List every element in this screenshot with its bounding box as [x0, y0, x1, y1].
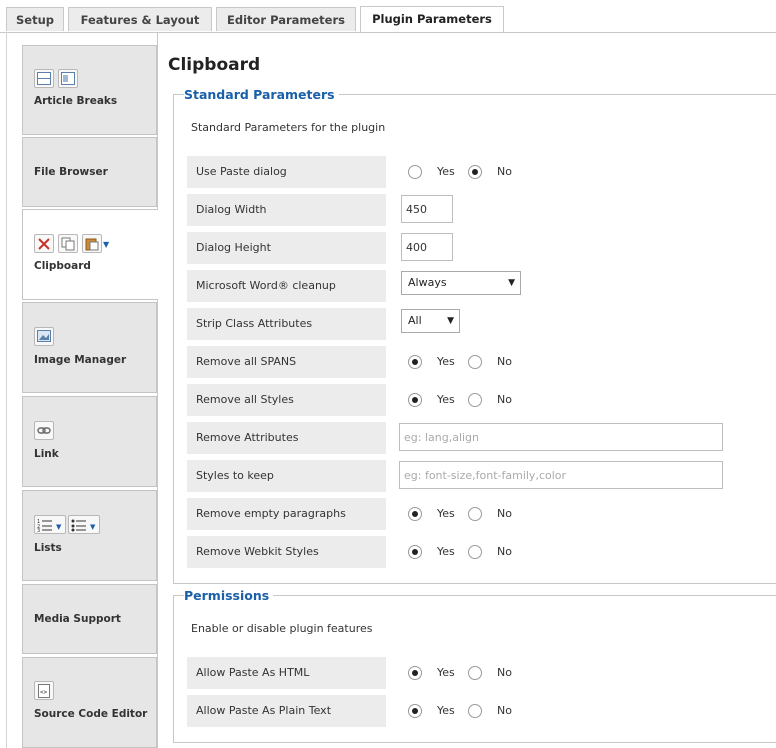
read-more-icon	[58, 69, 78, 88]
sidebar-item-source-code-editor[interactable]: <> Source Code Editor	[22, 657, 157, 748]
top-tab-bar: Setup Features & Layout Editor Parameter…	[0, 0, 776, 33]
remove-styles-label: Remove all Styles	[187, 384, 386, 416]
allow-paste-html-yes-radio[interactable]	[408, 666, 422, 680]
source-code-icon: <>	[34, 681, 54, 700]
remove-webkit-styles-no-radio[interactable]	[468, 545, 482, 559]
use-paste-dialog-yes-radio[interactable]	[408, 165, 422, 179]
allow-paste-plain-text-label: Allow Paste As Plain Text	[187, 695, 386, 727]
use-paste-dialog-label: Use Paste dialog	[187, 156, 386, 188]
sidebar-divider	[157, 32, 158, 748]
numbered-list-icon: 1 2 3 ▼	[34, 515, 66, 534]
no-label: No	[497, 666, 512, 679]
remove-empty-paragraphs-no-radio[interactable]	[468, 507, 482, 521]
sidebar-item-image-manager[interactable]: Image Manager	[22, 302, 157, 393]
sidebar-border	[6, 32, 7, 748]
strip-class-attributes-label: Strip Class Attributes	[187, 308, 386, 340]
standard-parameters-description: Standard Parameters for the plugin	[191, 121, 386, 134]
dialog-width-input[interactable]	[401, 195, 453, 223]
link-icon	[34, 421, 54, 440]
tab-features-layout[interactable]: Features & Layout	[68, 7, 212, 31]
svg-text:▼: ▼	[90, 523, 96, 531]
svg-text:<>: <>	[40, 689, 48, 696]
standard-parameters-legend: Standard Parameters	[184, 87, 339, 102]
remove-spans-yes-radio[interactable]	[408, 355, 422, 369]
sidebar-item-label: Media Support	[34, 613, 121, 625]
strip-class-attributes-select[interactable]: All ▼	[401, 309, 460, 333]
cut-icon	[34, 234, 54, 253]
use-paste-dialog-no-radio[interactable]	[468, 165, 482, 179]
sidebar-item-article-breaks[interactable]: Article Breaks	[22, 45, 157, 135]
sidebar-item-link[interactable]: Link	[22, 396, 157, 487]
yes-label: Yes	[437, 704, 455, 717]
tab-plugin-parameters[interactable]: Plugin Parameters	[360, 6, 504, 32]
sidebar-item-label: Clipboard	[34, 260, 91, 272]
permissions-description: Enable or disable plugin features	[191, 622, 373, 635]
chevron-down-icon: ▼	[508, 278, 515, 288]
sidebar-item-file-browser[interactable]: File Browser	[22, 137, 157, 207]
image-icon	[34, 327, 54, 346]
copy-icon	[58, 234, 78, 253]
remove-spans-label: Remove all SPANS	[187, 346, 386, 378]
yes-label: Yes	[437, 545, 455, 558]
no-label: No	[497, 355, 512, 368]
no-label: No	[497, 545, 512, 558]
remove-attributes-label: Remove Attributes	[187, 422, 386, 454]
page-title: Clipboard	[168, 55, 261, 75]
yes-label: Yes	[437, 666, 455, 679]
sidebar-item-clipboard[interactable]: ▼ Clipboard	[22, 209, 158, 300]
word-cleanup-select[interactable]: Always ▼	[401, 271, 521, 295]
sidebar-item-lists[interactable]: 1 2 3 ▼ ▼ Lists	[22, 490, 157, 581]
allow-paste-html-label: Allow Paste As HTML	[187, 657, 386, 689]
dialog-height-label: Dialog Height	[187, 232, 386, 264]
tab-setup[interactable]: Setup	[6, 7, 64, 31]
sidebar-item-label: Article Breaks	[34, 95, 118, 107]
sidebar-item-label: Lists	[34, 542, 62, 554]
sidebar-item-media-support[interactable]: Media Support	[22, 584, 157, 654]
word-cleanup-value: Always	[408, 276, 447, 289]
no-label: No	[497, 507, 512, 520]
styles-to-keep-label: Styles to keep	[187, 460, 386, 492]
chevron-down-icon: ▼	[447, 316, 454, 326]
remove-webkit-styles-label: Remove Webkit Styles	[187, 536, 386, 568]
styles-to-keep-input[interactable]	[399, 461, 723, 489]
dialog-width-label: Dialog Width	[187, 194, 386, 226]
svg-text:▼: ▼	[56, 523, 62, 531]
sidebar-item-label: Source Code Editor	[34, 708, 148, 720]
no-label: No	[497, 393, 512, 406]
no-label: No	[497, 704, 512, 717]
remove-spans-no-radio[interactable]	[468, 355, 482, 369]
remove-styles-no-radio[interactable]	[468, 393, 482, 407]
remove-webkit-styles-yes-radio[interactable]	[408, 545, 422, 559]
tab-editor-parameters[interactable]: Editor Parameters	[216, 7, 356, 31]
allow-paste-html-no-radio[interactable]	[468, 666, 482, 680]
permissions-legend: Permissions	[184, 588, 274, 603]
remove-styles-yes-radio[interactable]	[408, 393, 422, 407]
yes-label: Yes	[437, 165, 455, 178]
bullet-list-icon: ▼	[68, 515, 100, 534]
sidebar-item-label: Link	[34, 448, 59, 460]
paste-icon	[82, 234, 102, 253]
yes-label: Yes	[437, 355, 455, 368]
remove-empty-paragraphs-label: Remove empty paragraphs	[187, 498, 386, 530]
sidebar-item-label: File Browser	[34, 166, 108, 178]
allow-paste-plain-text-yes-radio[interactable]	[408, 704, 422, 718]
dialog-height-input[interactable]	[401, 233, 453, 261]
sidebar-item-label: Image Manager	[34, 354, 127, 366]
no-label: No	[497, 165, 512, 178]
word-cleanup-label: Microsoft Word® cleanup	[187, 270, 386, 302]
svg-text:3: 3	[37, 528, 40, 532]
strip-class-attributes-value: All	[408, 314, 422, 327]
remove-attributes-input[interactable]	[399, 423, 723, 451]
yes-label: Yes	[437, 507, 455, 520]
remove-empty-paragraphs-yes-radio[interactable]	[408, 507, 422, 521]
article-break-icon	[34, 69, 54, 88]
allow-paste-plain-text-no-radio[interactable]	[468, 704, 482, 718]
paste-dropdown-icon: ▼	[103, 240, 110, 249]
yes-label: Yes	[437, 393, 455, 406]
